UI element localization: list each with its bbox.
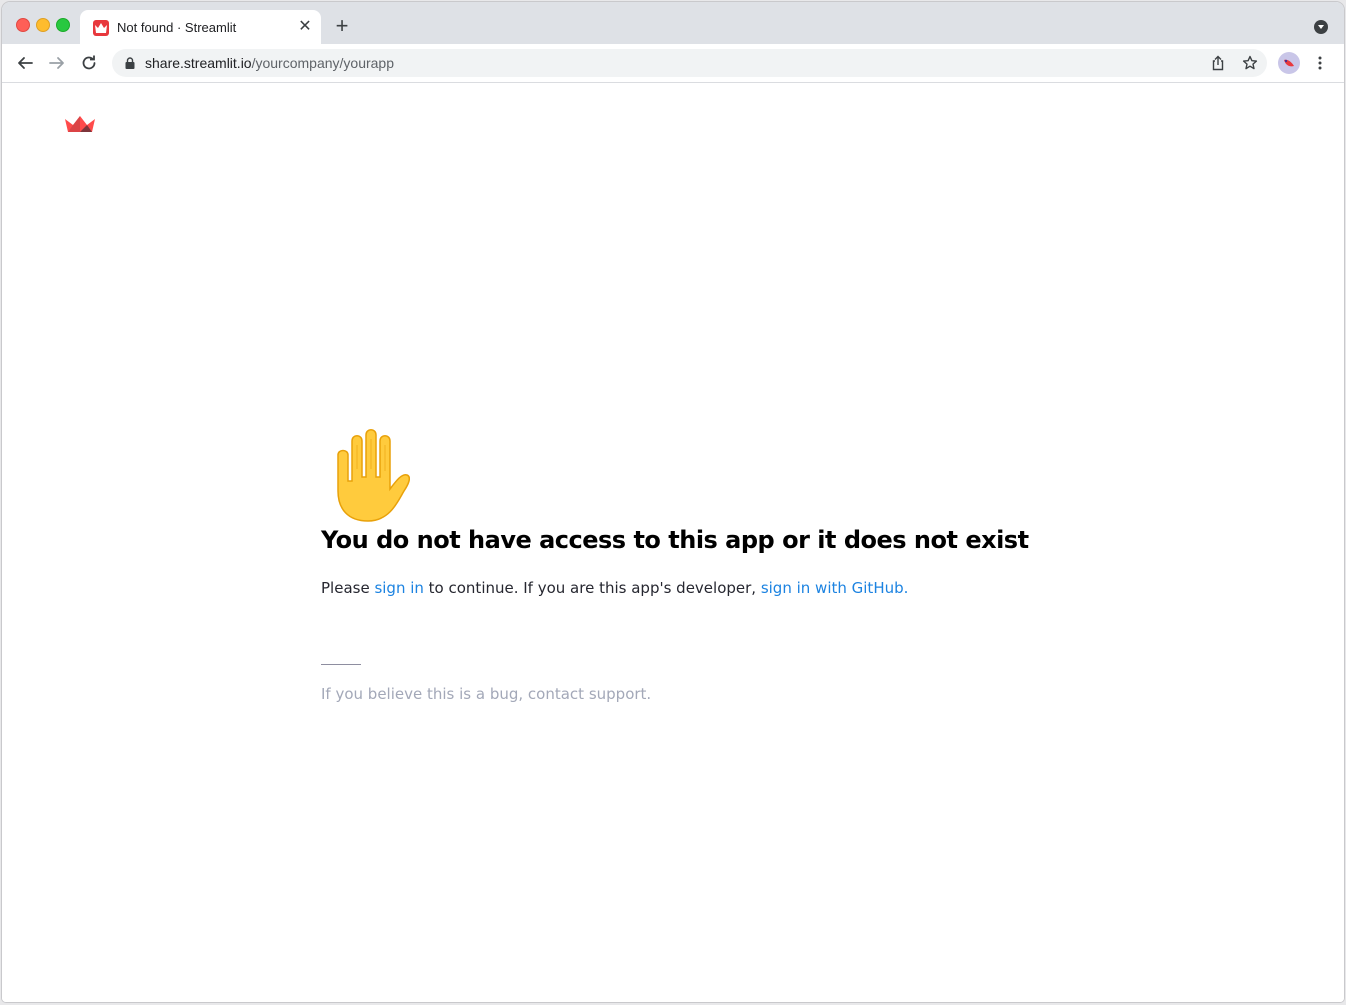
browser-toolbar: share.streamlit.io/yourcompany/yourapp — [2, 44, 1344, 83]
close-tab-icon[interactable]: ✕ — [297, 19, 313, 35]
url-host: share.streamlit.io — [145, 55, 252, 71]
maximize-window-button[interactable] — [56, 18, 70, 32]
sign-in-link[interactable]: sign in — [374, 579, 423, 597]
new-tab-button[interactable]: + — [332, 15, 352, 37]
message-middle: to continue. If you are this app's devel… — [423, 579, 761, 597]
reload-button[interactable] — [77, 51, 101, 75]
share-icon[interactable] — [1210, 55, 1226, 71]
page-title: You do not have access to this app or it… — [321, 526, 1029, 554]
avatar[interactable] — [1278, 52, 1300, 74]
more-vert-icon[interactable] — [1312, 55, 1328, 71]
streamlit-logo-icon[interactable] — [64, 115, 96, 133]
sign-in-github-link[interactable]: sign in with GitHub. — [761, 579, 909, 597]
browser-window: Not found · Streamlit ✕ + share.streamli… — [2, 2, 1344, 1002]
close-window-button[interactable] — [16, 18, 30, 32]
back-button[interactable] — [13, 51, 37, 75]
tab-strip: Not found · Streamlit ✕ + — [2, 2, 1344, 44]
arrow-right-icon — [49, 57, 64, 69]
lock-icon — [125, 57, 135, 69]
url-text[interactable]: share.streamlit.io/yourcompany/yourapp — [145, 55, 394, 71]
browser-tab[interactable]: Not found · Streamlit ✕ — [80, 10, 321, 44]
sign-in-message: Please sign in to continue. If you are t… — [321, 579, 908, 597]
minimize-window-button[interactable] — [36, 18, 50, 32]
forward-button[interactable] — [45, 51, 69, 75]
star-icon[interactable] — [1242, 55, 1258, 71]
page-content: You do not have access to this app or it… — [2, 83, 1344, 1002]
address-bar[interactable]: share.streamlit.io/yourcompany/yourapp — [112, 49, 1267, 77]
arrow-left-icon — [18, 57, 33, 69]
raised-hand-icon — [337, 429, 410, 522]
url-path: /yourcompany/yourapp — [251, 55, 395, 71]
divider — [321, 664, 361, 665]
tab-title: Not found · Streamlit — [117, 20, 237, 35]
support-text: If you believe this is a bug, contact su… — [321, 685, 652, 703]
profile-bird-icon — [1284, 59, 1294, 67]
reload-icon — [82, 55, 96, 70]
streamlit-favicon-icon — [93, 20, 109, 36]
message-prefix: Please — [321, 579, 375, 597]
tab-search-chevron-down-icon[interactable] — [1314, 20, 1328, 34]
